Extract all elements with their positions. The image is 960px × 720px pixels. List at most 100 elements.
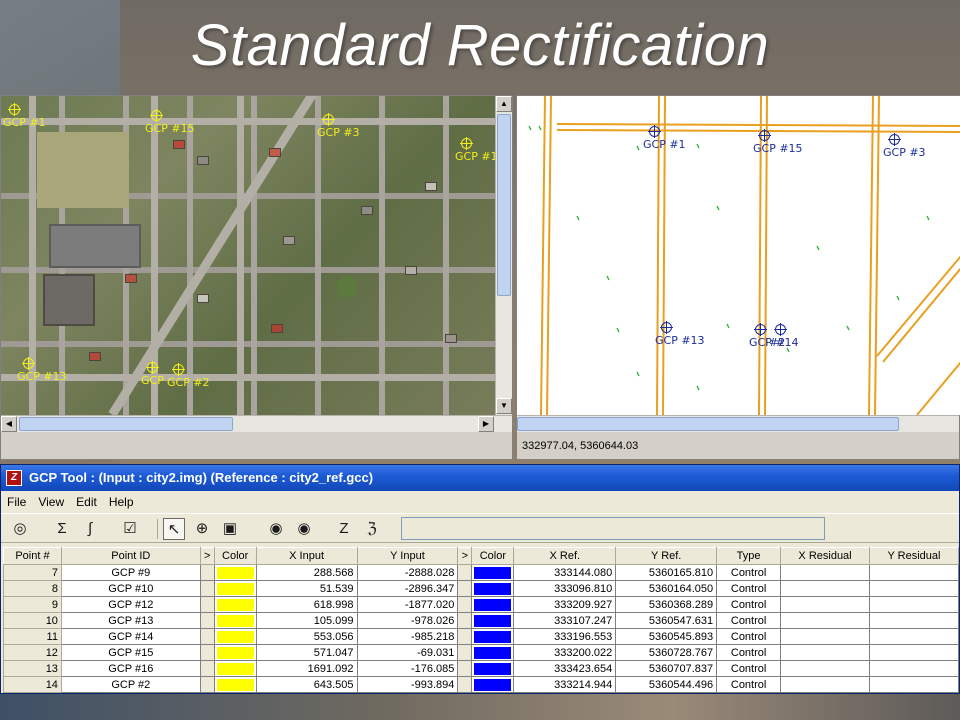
point-type[interactable]: Control — [716, 564, 782, 581]
input-color-cell[interactable] — [213, 612, 257, 629]
menu-view[interactable]: View — [32, 491, 70, 513]
point-type[interactable]: Control — [716, 580, 782, 597]
input-color-cell[interactable] — [213, 596, 257, 613]
x-ref[interactable]: 333196.553 — [513, 628, 617, 645]
point-id[interactable]: GCP #9 — [60, 564, 201, 581]
lock-icon[interactable]: ▣ — [219, 518, 241, 540]
horizontal-scrollbar[interactable]: ◀ ▶ — [1, 415, 512, 432]
ref-color-cell[interactable] — [471, 580, 515, 597]
col-x-input[interactable]: X Input — [255, 547, 358, 565]
col-y-ref[interactable]: Y Ref. — [615, 547, 718, 565]
input-color-cell[interactable] — [213, 644, 257, 661]
x-input[interactable]: 288.568 — [255, 564, 358, 581]
scroll-left-arrow-icon[interactable]: ◀ — [1, 416, 17, 432]
x-ref[interactable]: 333107.247 — [513, 612, 617, 629]
y-ref[interactable]: 5360544.496 — [615, 676, 718, 693]
point-type[interactable]: Control — [716, 644, 782, 661]
col-point-id[interactable]: Point ID — [60, 547, 201, 565]
table-row[interactable]: 13 GCP #16 1691.092 -176.085 333423.654 … — [3, 660, 959, 677]
y-input[interactable]: -1877.020 — [356, 596, 459, 613]
y-ref[interactable]: 5360707.837 — [615, 660, 718, 677]
scroll-down-arrow-icon[interactable]: ▼ — [496, 398, 512, 414]
table-row[interactable]: 10 GCP #13 105.099 -978.026 333107.247 5… — [3, 612, 959, 629]
ref-color-cell[interactable] — [471, 628, 515, 645]
z-outline-icon[interactable]: ℨ — [361, 518, 383, 540]
col-x-ref[interactable]: X Ref. — [513, 547, 617, 565]
ref-color-cell[interactable] — [471, 612, 515, 629]
x-input[interactable]: 618.998 — [255, 596, 358, 613]
input-color-cell[interactable] — [213, 628, 257, 645]
input-color-cell[interactable] — [213, 564, 257, 581]
input-color-cell[interactable] — [213, 660, 257, 677]
y-input[interactable]: -69.031 — [356, 644, 459, 661]
point-id[interactable]: GCP #13 — [60, 612, 201, 629]
y-ref[interactable]: 5360547.631 — [615, 612, 718, 629]
binoculars-icon[interactable]: ◉ — [265, 518, 287, 540]
x-ref[interactable]: 333209.927 — [513, 596, 617, 613]
target-icon[interactable]: ◎ — [9, 518, 31, 540]
col-input-color[interactable]: Color — [213, 547, 257, 565]
table-row[interactable]: 11 GCP #14 553.056 -985.218 333196.553 5… — [3, 628, 959, 645]
z-icon[interactable]: Z — [333, 518, 355, 540]
menu-file[interactable]: File — [1, 491, 32, 513]
input-color-cell[interactable] — [213, 580, 257, 597]
input-color-cell[interactable] — [213, 676, 257, 693]
table-row[interactable]: 9 GCP #12 618.998 -1877.020 333209.927 5… — [3, 596, 959, 613]
point-type[interactable]: Control — [716, 612, 782, 629]
point-id[interactable]: GCP #12 — [60, 596, 201, 613]
y-input[interactable]: -985.218 — [356, 628, 459, 645]
point-type[interactable]: Control — [716, 596, 782, 613]
y-ref[interactable]: 5360728.767 — [615, 644, 718, 661]
sigma-icon[interactable]: Σ — [51, 518, 73, 540]
col-y-input[interactable]: Y Input — [356, 547, 459, 565]
table-row[interactable]: 7 GCP #9 288.568 -2888.028 333144.080 53… — [3, 564, 959, 581]
aerial-image[interactable]: GCP #1 GCP #15 GCP #3 GCP #1 GCP #13 GCP… — [1, 96, 495, 415]
col-type[interactable]: Type — [716, 547, 782, 565]
y-input[interactable]: -978.026 — [356, 612, 459, 629]
table-row[interactable]: 14 GCP #2 643.505 -993.894 333214.944 53… — [3, 676, 959, 693]
ref-color-cell[interactable] — [471, 660, 515, 677]
menu-help[interactable]: Help — [103, 491, 140, 513]
ref-color-cell[interactable] — [471, 564, 515, 581]
menu-edit[interactable]: Edit — [70, 491, 103, 513]
formula-icon[interactable]: ∫ — [79, 518, 101, 540]
scroll-thumb[interactable] — [517, 417, 899, 431]
y-ref[interactable]: 5360368.289 — [615, 596, 718, 613]
checklist-icon[interactable]: ☑ — [119, 518, 141, 540]
ref-color-cell[interactable] — [471, 596, 515, 613]
y-ref[interactable]: 5360165.810 — [615, 564, 718, 581]
y-ref[interactable]: 5360545.893 — [615, 628, 718, 645]
col-y-residual[interactable]: Y Residual — [868, 547, 959, 565]
point-type[interactable]: Control — [716, 676, 782, 693]
x-input[interactable]: 571.047 — [255, 644, 358, 661]
x-input[interactable]: 1691.092 — [255, 660, 358, 677]
y-input[interactable]: -176.085 — [356, 660, 459, 677]
col-ref-color[interactable]: Color — [471, 547, 515, 565]
scroll-right-arrow-icon[interactable]: ▶ — [478, 416, 494, 432]
ref-color-cell[interactable] — [471, 676, 515, 693]
scroll-up-arrow-icon[interactable]: ▲ — [496, 96, 512, 112]
x-input[interactable]: 553.056 — [255, 628, 358, 645]
point-id[interactable]: GCP #14 — [60, 628, 201, 645]
scroll-thumb[interactable] — [497, 114, 511, 296]
x-ref[interactable]: 333200.022 — [513, 644, 617, 661]
vertical-scrollbar[interactable]: ▲ ▼ — [495, 96, 512, 415]
x-ref[interactable]: 333144.080 — [513, 564, 617, 581]
arrow-select-icon[interactable]: ↖ — [163, 518, 185, 540]
y-input[interactable]: -993.894 — [356, 676, 459, 693]
window-titlebar[interactable]: Z GCP Tool : (Input : city2.img) (Refere… — [1, 465, 959, 491]
binoculars-next-icon[interactable]: ◉ — [293, 518, 315, 540]
point-type[interactable]: Control — [716, 628, 782, 645]
vector-map[interactable]: GCP #1 GCP #15 GCP #3 GCP #13 GCP #14 #2 — [517, 96, 960, 415]
horizontal-scrollbar[interactable] — [517, 415, 959, 432]
point-id[interactable]: GCP #16 — [60, 660, 201, 677]
point-id[interactable]: GCP #10 — [60, 580, 201, 597]
table-row[interactable]: 12 GCP #15 571.047 -69.031 333200.022 53… — [3, 644, 959, 661]
point-id[interactable]: GCP #15 — [60, 644, 201, 661]
x-ref[interactable]: 333423.654 — [513, 660, 617, 677]
table-row[interactable]: 8 GCP #10 51.539 -2896.347 333096.810 53… — [3, 580, 959, 597]
tool-status-field[interactable] — [401, 517, 825, 540]
x-ref[interactable]: 333214.944 — [513, 676, 617, 693]
col-separator[interactable]: > — [199, 547, 215, 565]
col-x-residual[interactable]: X Residual — [780, 547, 870, 565]
